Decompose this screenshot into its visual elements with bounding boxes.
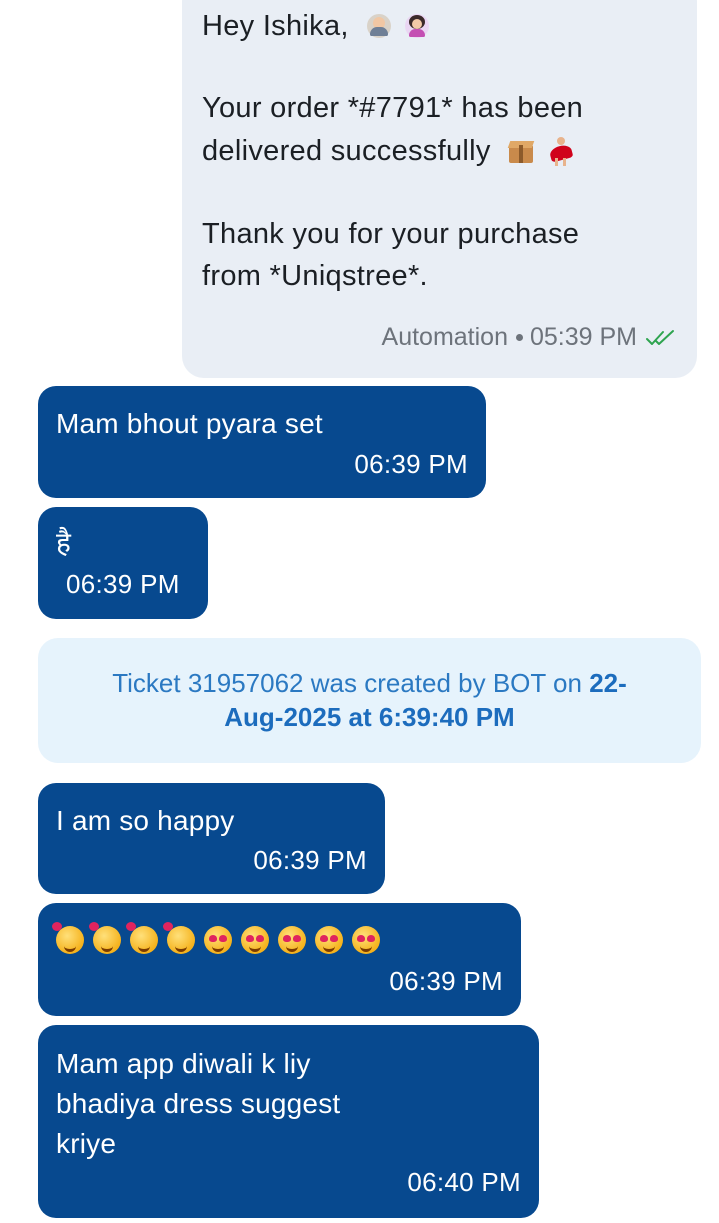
store-line: from *Uniqstree*. [202,260,428,292]
person-emoji-icon [367,14,392,38]
ticket-created-notice: Ticket 31957062 was created by BOT on 22… [38,638,701,763]
delivery-text: delivered successfully [202,135,491,167]
smiling-face-with-hearts-icon [89,922,121,954]
ticket-line-1: Ticket 31957062 was created by BOT on 22… [38,666,701,700]
delivery-line: delivered successfully [202,133,575,169]
message-time: 06:39 PM [354,449,468,479]
greeting-line: Hey Ishika, [202,8,430,44]
incoming-message-bubble[interactable]: 06:39 PM [38,903,521,1016]
sender-label: Automation [381,323,508,351]
separator-dot [515,334,523,341]
smiling-face-with-hearts-icon [126,922,158,954]
message-text: Mam bhout pyara set [56,408,323,439]
ticket-text: Ticket 31957062 was created by BOT on [112,668,582,698]
order-line: Your order *#7791* has been [202,92,584,124]
double-check-icon [646,329,674,345]
message-time: 06:39 PM [389,966,503,996]
heart-eyes-icon [315,926,343,954]
heart-eyes-icon [241,926,269,954]
incoming-message-bubble[interactable]: I am so happy 06:39 PM [38,783,385,894]
ticket-line-2: Aug-2025 at 6:39:40 PM [38,700,701,734]
incoming-message-bubble[interactable]: Mam bhout pyara set 06:39 PM [38,386,486,498]
message-time: 06:39 PM [66,569,180,599]
outgoing-message-bubble[interactable]: Hey Ishika, Your order *#7791* has been … [182,0,697,378]
incoming-message-bubble[interactable]: है 06:39 PM [38,507,208,619]
ticket-date-part1: 22- [589,668,627,698]
message-text-line: Mam app diwali k liy [56,1048,311,1079]
message-text-line: kriye [56,1128,117,1159]
ticket-date-part2: Aug-2025 at 6:39:40 PM [224,702,515,732]
message-meta: Automation 05:39 PM [382,323,679,352]
message-text-line: bhadiya dress suggest [56,1088,341,1119]
thanks-line: Thank you for your purchase [202,218,580,250]
smiling-face-with-hearts-icon [163,922,195,954]
greeting-text: Hey Ishika, [202,10,349,42]
message-time: 06:40 PM [407,1167,521,1197]
heart-eyes-icon [278,926,306,954]
heart-eyes-icon [352,926,380,954]
message-time: 05:39 PM [529,323,637,351]
message-time: 06:39 PM [253,845,367,875]
package-emoji-icon [507,138,535,164]
dancer-emoji-icon [547,136,575,166]
woman-emoji-icon [405,14,430,38]
heart-eyes-icon [204,926,232,954]
incoming-message-bubble[interactable]: Mam app diwali k liy bhadiya dress sugge… [38,1025,539,1218]
message-text: I am so happy [56,805,235,836]
smiling-face-with-hearts-icon [52,922,84,954]
emoji-row [52,922,380,954]
message-text: है [56,527,72,558]
